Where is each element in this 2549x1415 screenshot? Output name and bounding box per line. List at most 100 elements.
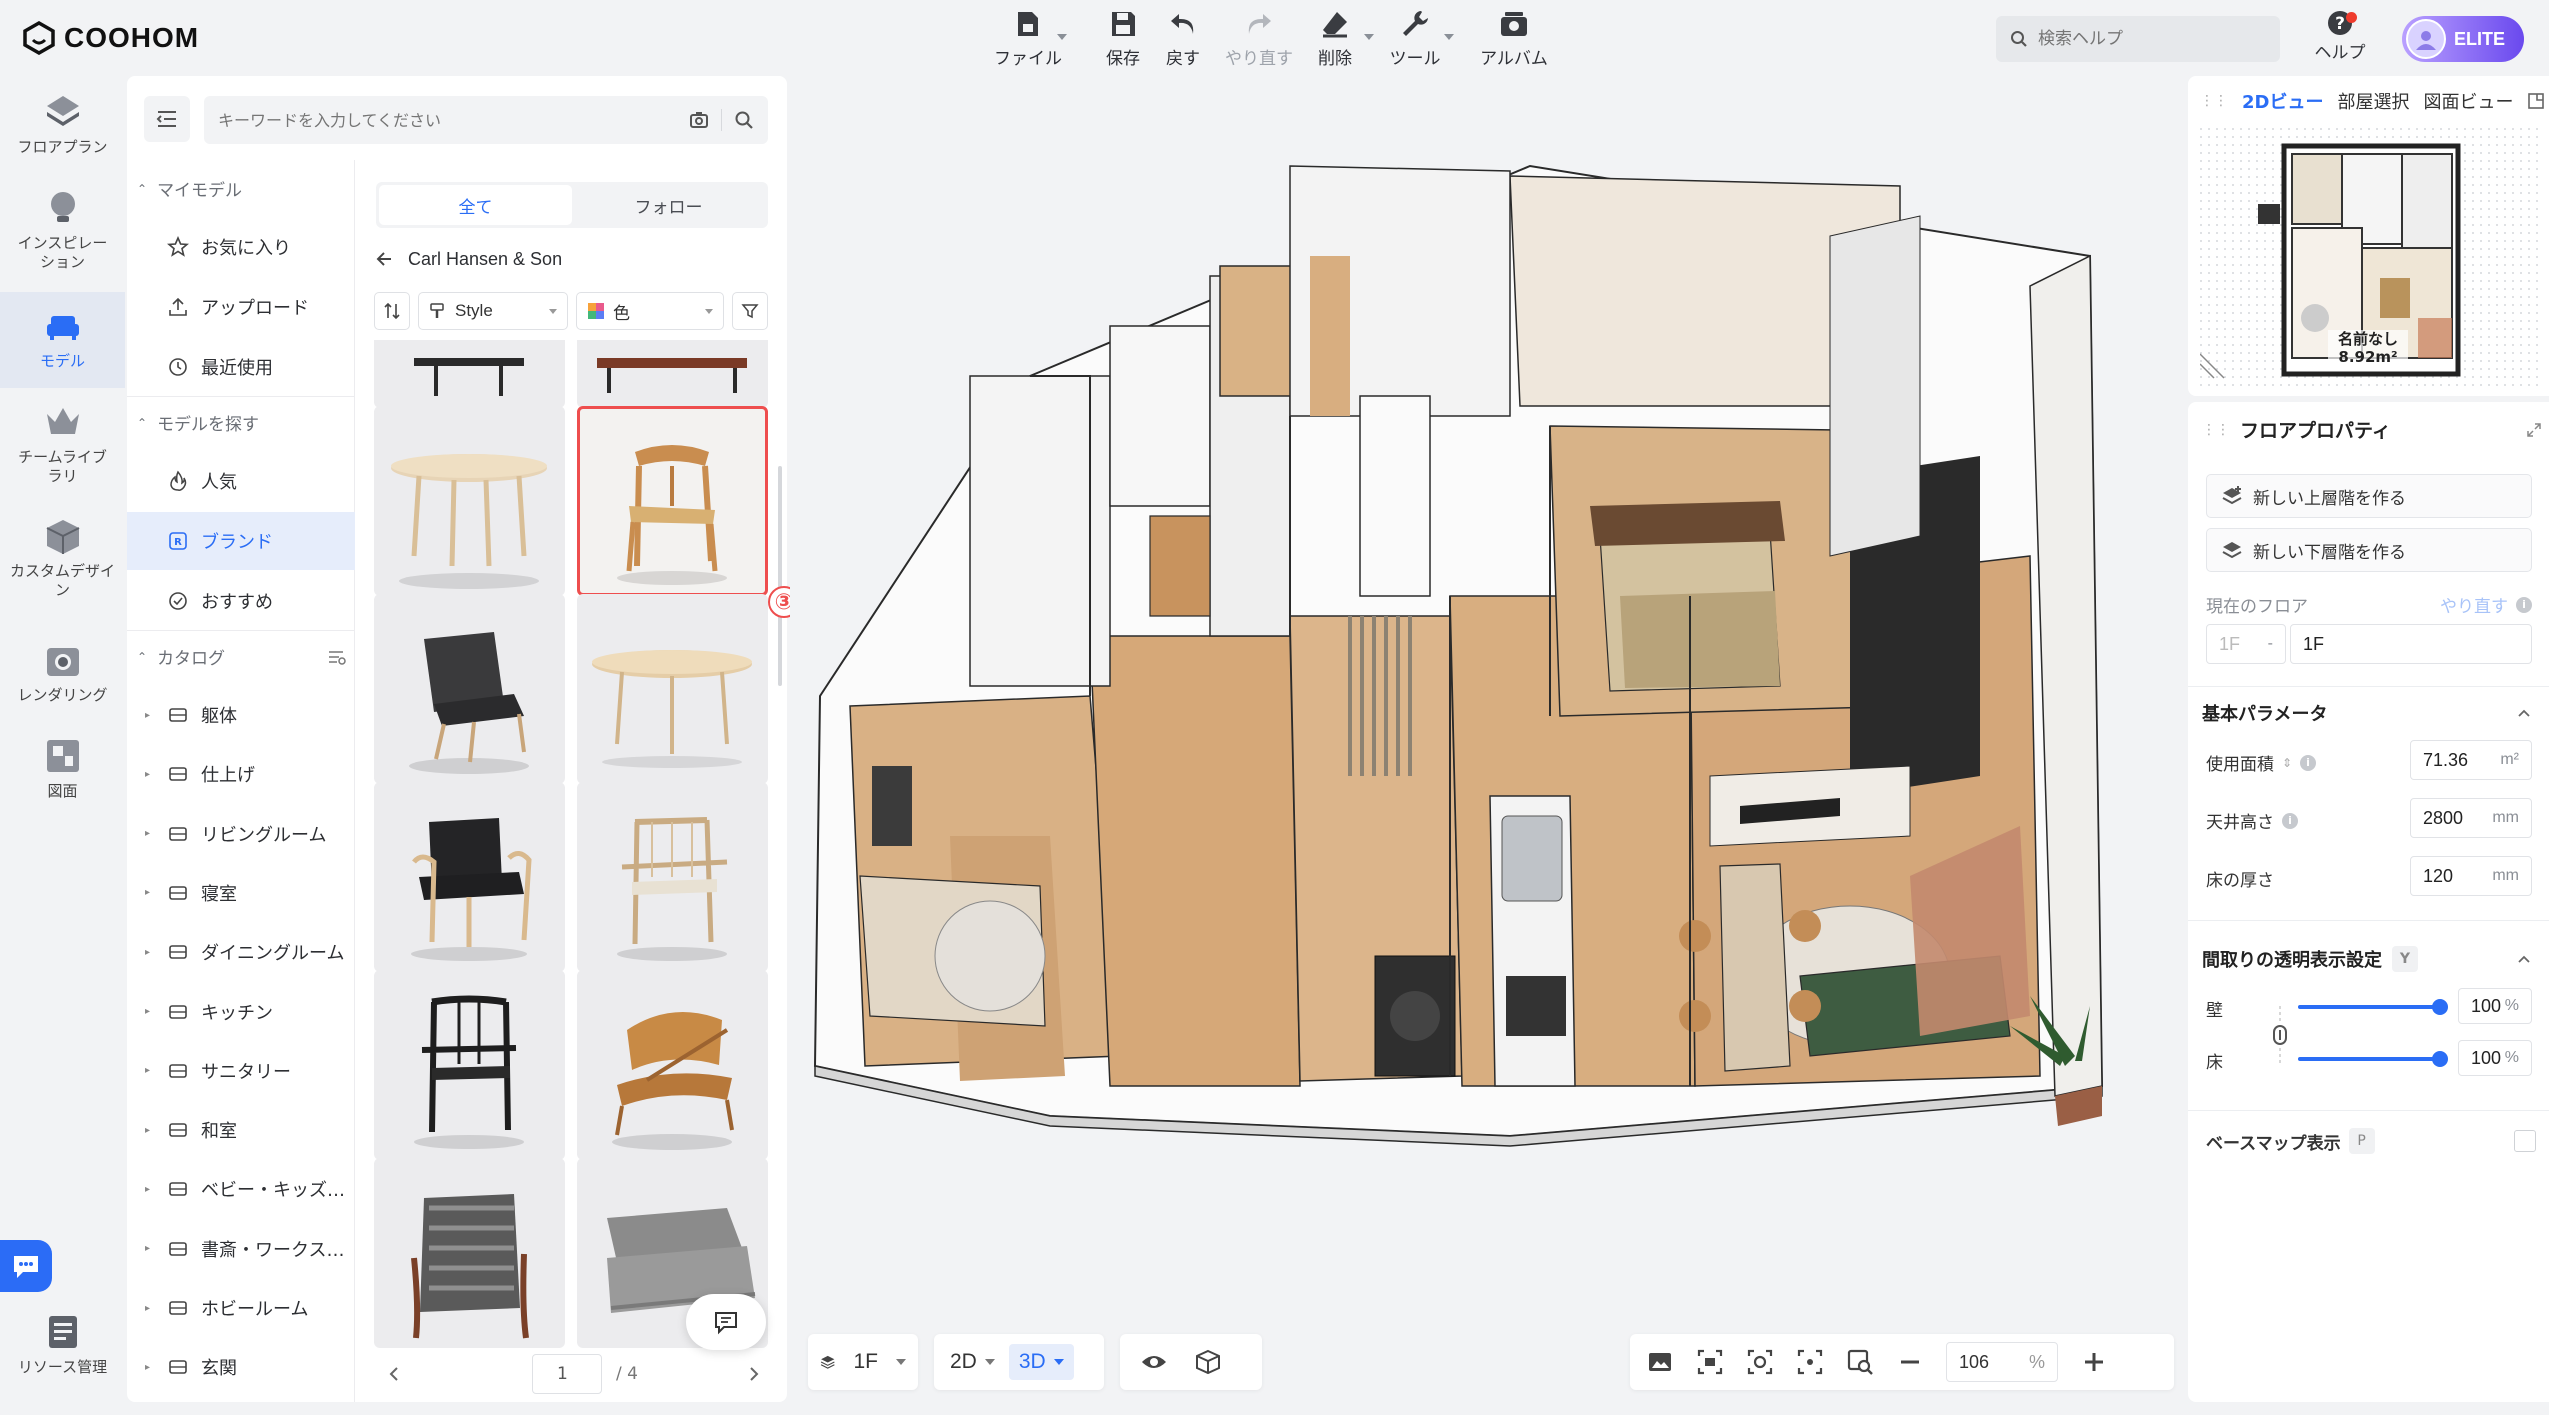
catalog-item[interactable]: ▸ 仕上げ: [127, 745, 355, 803]
catalog-item[interactable]: ▸ 寝室: [127, 864, 355, 922]
cat-popular[interactable]: 人気: [127, 452, 355, 510]
expand-triangle-icon[interactable]: ▸: [145, 1303, 155, 1314]
expand-triangle-icon[interactable]: ▸: [145, 1006, 155, 1017]
wall-slider[interactable]: [2298, 999, 2448, 1015]
catalog-settings-icon[interactable]: [327, 647, 347, 667]
model-card-wishbone-chair[interactable]: [577, 406, 768, 596]
zoom-in-icon[interactable]: [2080, 1348, 2108, 1376]
tab-2d-view[interactable]: 2Dビュー: [2242, 88, 2323, 114]
rail-team-library[interactable]: チームライブラリ: [0, 402, 125, 486]
catalog-item[interactable]: ▸ ホビールーム: [127, 1279, 355, 1337]
expand-triangle-icon[interactable]: ▸: [145, 1243, 155, 1254]
floor-opacity-input[interactable]: 100%: [2458, 1040, 2532, 1076]
account-elite-badge[interactable]: ELITE: [2402, 16, 2524, 62]
section-catalog[interactable]: ⌃ カタログ: [137, 644, 347, 669]
image-search-icon[interactable]: [689, 110, 709, 130]
catalog-item[interactable]: ▸ ダイニングルーム: [127, 923, 355, 981]
file-menu-button[interactable]: ファイル: [983, 8, 1073, 72]
expand-triangle-icon[interactable]: ▸: [145, 710, 155, 721]
design-canvas[interactable]: [790, 76, 2182, 1415]
page-input[interactable]: 1: [532, 1354, 602, 1394]
color-filter[interactable]: 色: [576, 292, 724, 330]
model-card-bench[interactable]: [577, 340, 768, 408]
drag-handle-icon[interactable]: ⋮⋮: [2202, 422, 2230, 438]
catalog-item[interactable]: ▸ キッチン: [127, 983, 355, 1041]
rail-rendering[interactable]: レンダリング: [0, 640, 125, 705]
image-icon[interactable]: [1646, 1348, 1674, 1376]
chat-button[interactable]: [0, 1240, 52, 1292]
view-3d-button[interactable]: 3D: [1008, 1344, 1074, 1380]
model-card-lounge-chair-black[interactable]: [374, 594, 565, 784]
view-2d-button[interactable]: 2D: [940, 1344, 1005, 1380]
keyword-search-box[interactable]: [204, 96, 768, 144]
album-button[interactable]: アルバム: [1469, 8, 1559, 72]
floorplan-3d-view[interactable]: [790, 76, 2182, 1415]
cube-icon[interactable]: [1194, 1348, 1222, 1376]
section-my-models[interactable]: ⌃ マイモデル: [137, 176, 242, 201]
catalog-item[interactable]: ▸ 玄関: [127, 1338, 355, 1396]
floor-slider-knob[interactable]: [2432, 1051, 2448, 1067]
rail-custom-design[interactable]: カスタムデザイン: [0, 516, 125, 600]
floor-thickness-input[interactable]: 120 mm: [2410, 856, 2532, 896]
expand-triangle-icon[interactable]: ▸: [145, 828, 155, 839]
model-card-black-dining-chair[interactable]: [374, 970, 565, 1160]
expand-triangle-icon[interactable]: ▸: [145, 1065, 155, 1076]
tab-all[interactable]: 全て: [379, 185, 572, 225]
model-card-round-table[interactable]: [374, 406, 565, 596]
brand-logo[interactable]: COOHOM: [22, 18, 199, 58]
cat-recent[interactable]: 最近使用: [127, 338, 355, 396]
expand-panel-icon[interactable]: [2527, 92, 2545, 110]
zoom-input[interactable]: 106 %: [1946, 1342, 2058, 1382]
floor-redo-link[interactable]: やり直す: [2440, 592, 2508, 617]
cat-upload[interactable]: アップロード: [127, 278, 355, 336]
next-page-icon[interactable]: [746, 1366, 762, 1382]
rail-drawings[interactable]: 図面: [0, 736, 125, 801]
help-button[interactable]: ? ヘルプ: [2300, 8, 2380, 72]
new-upper-floor-button[interactable]: 新しい上層階を作る: [2206, 474, 2532, 518]
feedback-button[interactable]: [686, 1294, 766, 1350]
floor-name-input[interactable]: 1F: [2290, 624, 2532, 664]
grid-scrollbar[interactable]: [778, 466, 782, 686]
collapse-menu-button[interactable]: [144, 96, 190, 142]
catalog-item[interactable]: ▸ 和室: [127, 1101, 355, 1159]
model-card-stool[interactable]: [374, 340, 565, 408]
expand-triangle-icon[interactable]: ▸: [145, 1362, 155, 1373]
prev-page-icon[interactable]: [386, 1366, 402, 1382]
cat-recommended[interactable]: おすすめ: [127, 572, 355, 630]
back-arrow-icon[interactable]: [374, 249, 394, 269]
new-lower-floor-button[interactable]: 新しい下層階を作る: [2206, 528, 2532, 572]
sort-button[interactable]: [374, 292, 410, 330]
expand-triangle-icon[interactable]: ▸: [145, 887, 155, 898]
sort-toggle-icon[interactable]: ⇕: [2282, 756, 2292, 770]
wall-opacity-input[interactable]: 100%: [2458, 988, 2532, 1024]
zoom-fit-icon[interactable]: [1846, 1348, 1874, 1376]
funnel-filter-button[interactable]: [732, 292, 768, 330]
expand-icon[interactable]: [2526, 422, 2542, 438]
model-card-woven-chair[interactable]: [374, 1158, 565, 1348]
keyword-search-input[interactable]: [218, 110, 677, 130]
cat-favorites[interactable]: お気に入り: [127, 218, 355, 276]
ceiling-height-input[interactable]: 2800 mm: [2410, 798, 2532, 838]
delete-menu-button[interactable]: 削除: [1290, 8, 1380, 72]
tab-follow[interactable]: フォロー: [572, 185, 765, 225]
catalog-item[interactable]: ▸ サニタリー: [127, 1042, 355, 1100]
section-find-models[interactable]: ⌃ モデルを探す: [137, 410, 259, 435]
expand-triangle-icon[interactable]: ▸: [145, 947, 155, 958]
screenshot-icon[interactable]: [1696, 1348, 1724, 1376]
settings-frame-icon[interactable]: [1746, 1348, 1774, 1376]
model-card-oval-table[interactable]: [577, 594, 768, 784]
floor-slider[interactable]: [2298, 1051, 2448, 1067]
basemap-checkbox[interactable]: [2514, 1130, 2536, 1152]
eye-icon[interactable]: [1140, 1348, 1168, 1376]
model-card-armchair-black[interactable]: [374, 782, 565, 972]
expand-triangle-icon[interactable]: ▸: [145, 1125, 155, 1136]
avatar[interactable]: [2406, 19, 2446, 59]
focus-icon[interactable]: [1796, 1348, 1824, 1376]
tab-room-select[interactable]: 部屋選択: [2337, 88, 2409, 114]
zoom-out-icon[interactable]: [1896, 1348, 1924, 1376]
help-search-box[interactable]: [1996, 16, 2280, 62]
basic-params-header[interactable]: 基本パラメータ: [2202, 700, 2532, 726]
catalog-item[interactable]: ▸ 躯体: [127, 686, 355, 744]
help-search-input[interactable]: [2038, 29, 2258, 49]
rail-inspiration[interactable]: インスピレーション: [0, 188, 125, 272]
